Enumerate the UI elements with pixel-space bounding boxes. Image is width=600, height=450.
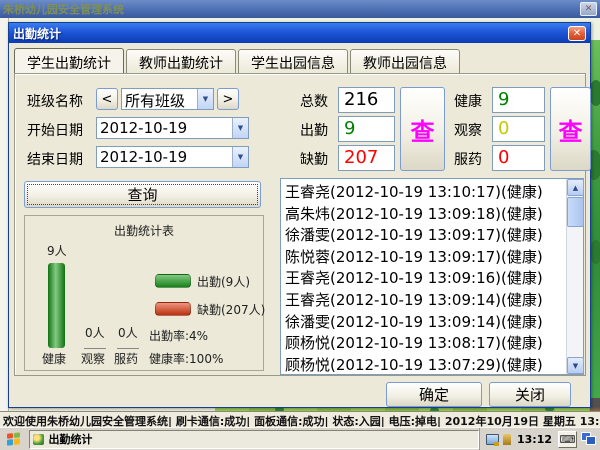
tab-student-exit-info[interactable]: 学生出园信息: [238, 49, 348, 73]
medicine-value: 0: [492, 145, 545, 171]
bar-value-label: 0人: [118, 324, 138, 341]
attendance-chart: 出勤统计表 9人 0人 0人 健康 观察 服药 出勤(9人) 缺勤(207人) …: [24, 215, 264, 371]
screen: 朱桥幼儿园安全管理系统 ✕ 出勤统计 ✕ 学生出勤统计 教师出勤统计 学生出园信…: [0, 0, 600, 450]
x-axis-label: 观察: [81, 350, 105, 367]
ok-button[interactable]: 确定: [386, 382, 482, 407]
absent-value: 207: [338, 145, 395, 171]
tab-teacher-exit-info[interactable]: 教师出园信息: [350, 49, 460, 73]
list-item[interactable]: 高朱炜(2012-10-19 13:09:18)(健康): [282, 202, 565, 224]
absent-label: 缺勤: [300, 149, 328, 169]
healthy-value: 9: [492, 87, 545, 113]
list-item[interactable]: 王睿尧(2012-10-19 13:09:16)(健康): [282, 266, 565, 288]
clock: 13:12: [515, 433, 554, 446]
keyboard-icon[interactable]: ⌨: [558, 431, 577, 448]
tab-student-attendance[interactable]: 学生出勤统计: [14, 48, 124, 73]
bar-value-label: 9人: [47, 242, 67, 259]
prev-class-button[interactable]: <: [96, 88, 118, 110]
tab-teacher-attendance[interactable]: 教师出勤统计: [126, 49, 236, 73]
scroll-down-icon[interactable]: ▼: [567, 357, 584, 374]
present-label: 出勤: [300, 120, 328, 140]
list-item[interactable]: 顾杨悦(2012-10-19 13:08:17)(健康): [282, 331, 565, 353]
checkin-list-rows: 王睿尧(2012-10-19 13:10:17)(健康) 高朱炜(2012-10…: [282, 180, 565, 373]
scrollbar-thumb[interactable]: [567, 197, 584, 227]
query-button[interactable]: 查询: [24, 181, 261, 208]
x-axis-label: 服药: [114, 350, 138, 367]
main-window-title: 朱桥幼儿园安全管理系统: [3, 1, 580, 17]
start-date-picker[interactable]: 2012-10-19 ▼: [96, 117, 249, 139]
close-button[interactable]: 关闭: [489, 382, 571, 407]
attendance-rate-label: 出勤率:4%: [149, 327, 208, 344]
legend-present-label: 出勤(9人): [197, 273, 250, 290]
app-icon: [33, 434, 44, 445]
chart-bar-healthy: [48, 263, 65, 348]
main-window-close-button[interactable]: ✕: [580, 2, 597, 16]
taskbar-task-button[interactable]: 出勤统计: [29, 430, 479, 449]
class-name-label: 班级名称: [27, 91, 83, 111]
tab-bar: 学生出勤统计 教师出勤统计 学生出园信息 教师出园信息: [14, 49, 462, 74]
attendance-dialog: 出勤统计 ✕ 学生出勤统计 教师出勤统计 学生出园信息 教师出园信息 班级名称 …: [8, 22, 591, 408]
end-date-picker[interactable]: 2012-10-19 ▼: [96, 146, 249, 168]
legend-absent-label: 缺勤(207人): [197, 301, 265, 318]
next-class-button[interactable]: >: [217, 88, 239, 110]
task-label: 出勤统计: [48, 431, 92, 447]
start-button[interactable]: [2, 430, 25, 449]
bar-value-label: 0人: [85, 324, 105, 341]
present-value: 9: [338, 116, 395, 142]
start-date-label: 开始日期: [27, 120, 83, 140]
legend-absent-swatch: [155, 302, 191, 316]
check-health-button[interactable]: 查: [550, 87, 591, 171]
observe-value: 0: [492, 116, 545, 142]
chart-title: 出勤统计表: [25, 222, 263, 239]
list-item[interactable]: 徐潘雯(2012-10-19 13:09:17)(健康): [282, 223, 565, 245]
end-date-value: 2012-10-19: [97, 147, 232, 167]
end-date-label: 结束日期: [27, 149, 83, 169]
windows-logo-icon: [7, 432, 21, 446]
chevron-down-icon[interactable]: ▼: [232, 118, 248, 138]
chart-bar-observe: [84, 348, 106, 349]
start-date-value: 2012-10-19: [97, 118, 232, 138]
dialog-close-button[interactable]: ✕: [568, 26, 586, 41]
scroll-up-icon[interactable]: ▲: [567, 179, 584, 196]
x-axis-label: 健康: [42, 350, 66, 367]
list-scrollbar[interactable]: ▲ ▼: [566, 179, 583, 374]
medicine-label: 服药: [454, 149, 482, 169]
healthy-label: 健康: [454, 91, 482, 111]
chevron-down-icon[interactable]: ▼: [232, 147, 248, 167]
list-item[interactable]: 徐潘雯(2012-10-19 13:09:14)(健康): [282, 310, 565, 332]
taskbar: 出勤统计 13:12 ⌨: [0, 427, 600, 450]
legend-present-swatch: [155, 274, 191, 288]
health-rate-label: 健康率:100%: [149, 350, 223, 367]
main-window-titlebar: 朱桥幼儿园安全管理系统 ✕: [0, 0, 600, 18]
checkin-list[interactable]: 王睿尧(2012-10-19 13:10:17)(健康) 高朱炜(2012-10…: [280, 178, 584, 375]
status-bar: 欢迎使用朱桥幼儿园安全管理系统| 刷卡通信:成功| 面板通信:成功| 状态:入园…: [0, 411, 600, 427]
tab-content-panel: 班级名称 < 所有班级 ▼ > 开始日期 2012-10-19 ▼ 结束日期 2…: [14, 73, 586, 376]
total-label: 总数: [300, 91, 328, 111]
list-item[interactable]: 陈悦蓉(2012-10-19 13:09:17)(健康): [282, 245, 565, 267]
chevron-down-icon[interactable]: ▼: [197, 89, 213, 109]
class-select[interactable]: 所有班级 ▼: [121, 88, 214, 110]
list-item[interactable]: 王睿尧(2012-10-19 13:09:14)(健康): [282, 288, 565, 310]
tray-utility-icon[interactable]: [503, 434, 511, 445]
check-attendance-button[interactable]: 查: [400, 87, 445, 171]
dialog-title: 出勤统计: [13, 25, 568, 42]
class-select-value: 所有班级: [122, 89, 197, 109]
dialog-titlebar[interactable]: 出勤统计 ✕: [9, 23, 590, 43]
total-value: 216: [338, 87, 395, 113]
observe-label: 观察: [454, 120, 482, 140]
list-item[interactable]: 王睿尧(2012-10-19 13:10:17)(健康): [282, 180, 565, 202]
chart-bar-medicine: [117, 348, 139, 349]
network-monitor-icon[interactable]: [486, 434, 499, 445]
list-item[interactable]: 顾杨悦(2012-10-19 13:07:29)(健康): [282, 353, 565, 373]
system-tray: 13:12 ⌨: [479, 428, 600, 450]
window-switcher-icon[interactable]: [581, 432, 597, 446]
